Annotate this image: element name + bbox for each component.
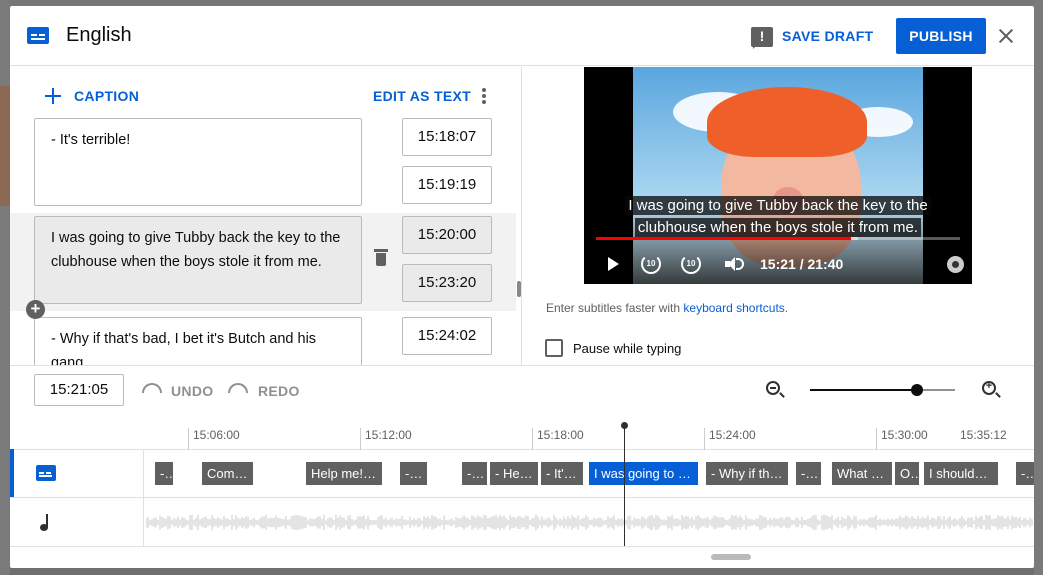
current-time-field[interactable]: 15:21:05 <box>34 374 124 406</box>
plus-icon[interactable] <box>45 88 61 104</box>
insert-caption-icon[interactable]: + <box>26 300 45 319</box>
caption-text-field[interactable]: - It's terrible! <box>34 118 362 206</box>
caption-clip[interactable]: O… <box>895 462 919 485</box>
caption-start-time[interactable]: 15:24:02 <box>402 317 492 355</box>
settings-gear-icon[interactable] <box>947 256 964 273</box>
progress-bar[interactable] <box>596 237 960 240</box>
redo-button[interactable]: REDO <box>258 383 300 399</box>
background-right <box>1034 0 1043 575</box>
timeline-ruler: 15:06:00 15:12:00 15:18:00 15:24:00 15:3… <box>10 412 1034 450</box>
zoom-out-icon[interactable] <box>766 381 780 395</box>
forward-10-icon[interactable]: 10 <box>681 254 701 274</box>
timeline-scrollbar[interactable] <box>711 554 751 560</box>
ruler-tick: 15:12:00 <box>360 428 412 450</box>
subtitle-track: -… Com… Help me! … - … - … - He'… - It's… <box>10 449 1034 498</box>
publish-button[interactable]: PUBLISH <box>896 18 986 54</box>
video-player[interactable]: I was going to give Tubby back the key t… <box>584 67 972 284</box>
playhead[interactable] <box>621 422 628 546</box>
background-thumbnail <box>0 86 10 206</box>
caption-end-time[interactable]: 15:19:19 <box>402 166 492 204</box>
delete-icon[interactable] <box>374 249 388 267</box>
music-note-icon <box>40 514 51 531</box>
caption-text-field[interactable]: I was going to give Tubby back the key t… <box>34 216 362 304</box>
subtitle-overlay-line-2: clubhouse when the boys stole it from me… <box>584 217 972 239</box>
caption-clip[interactable]: -… <box>155 462 173 485</box>
audio-track <box>10 498 1034 547</box>
audio-track-header <box>10 498 144 546</box>
caption-clip[interactable]: -… <box>796 462 821 485</box>
ruler-tick: 15:18:00 <box>532 428 584 450</box>
caption-clip-active[interactable]: I was going to … <box>589 462 698 485</box>
feedback-icon[interactable] <box>751 27 773 49</box>
caption-clip[interactable]: What a… <box>832 462 892 485</box>
caption-start-time[interactable]: 15:18:07 <box>402 118 492 156</box>
undo-button[interactable]: UNDO <box>171 383 213 399</box>
ruler-tick: 15:35:12 <box>960 428 1007 442</box>
subtitles-icon <box>27 27 49 44</box>
zoom-knob[interactable] <box>911 384 924 396</box>
dialog-title: English <box>66 24 132 46</box>
caption-clip[interactable]: Com… <box>202 462 253 485</box>
close-icon[interactable] <box>996 26 1016 46</box>
ruler-tick: 15:06:00 <box>188 428 240 450</box>
caption-text-field[interactable]: - Why if that's bad, I bet it's Butch an… <box>34 317 362 365</box>
panel-resize-handle[interactable] <box>517 281 521 297</box>
add-caption-button[interactable]: CAPTION <box>74 88 139 104</box>
caption-clip[interactable]: - … <box>462 462 487 485</box>
ruler-tick: 15:30:00 <box>876 428 928 450</box>
caption-clip[interactable]: I shouldn'… <box>924 462 998 485</box>
zoom-slider[interactable] <box>810 384 955 396</box>
caption-row-active: I was going to give Tubby back the key t… <box>10 213 516 311</box>
caption-row: - It's terrible! 15:18:07 15:19:19 <box>10 115 516 213</box>
save-draft-button[interactable]: SAVE DRAFT <box>782 26 873 46</box>
edit-as-text-button[interactable]: EDIT AS TEXT <box>373 88 471 104</box>
caption-clip[interactable]: - Why if th… <box>706 462 788 485</box>
replay-10-icon[interactable]: 10 <box>641 254 661 274</box>
ruler-tick: 15:24:00 <box>704 428 756 450</box>
progress-fill <box>596 237 851 240</box>
audio-waveform <box>146 514 1033 531</box>
caption-clip[interactable]: Help me! … <box>306 462 382 485</box>
subtitle-overlay-line-1: I was going to give Tubby back the key t… <box>584 195 972 217</box>
more-vert-icon[interactable] <box>482 88 486 104</box>
pause-while-typing-checkbox[interactable] <box>545 339 563 357</box>
zoom-fill <box>810 389 918 391</box>
redo-icon[interactable] <box>228 383 248 393</box>
caption-end-time[interactable]: 15:23:20 <box>402 264 492 302</box>
subtitles-track-icon <box>36 465 56 481</box>
caption-list-panel: CAPTION EDIT AS TEXT - It's terrible! 15… <box>10 67 522 365</box>
zoom-in-icon[interactable] <box>982 380 996 395</box>
background-left <box>0 0 10 575</box>
subtitle-track-header <box>10 449 144 497</box>
time-readout: 15:21 / 21:40 <box>760 256 844 272</box>
caption-clip[interactable]: - I <box>1016 462 1034 485</box>
volume-icon[interactable] <box>725 257 735 271</box>
play-icon[interactable] <box>608 257 619 271</box>
caption-row: - Why if that's bad, I bet it's Butch an… <box>10 311 516 365</box>
caption-start-time[interactable]: 15:20:00 <box>402 216 492 254</box>
shortcut-hint: Enter subtitles faster with keyboard sho… <box>546 301 789 315</box>
active-track-indicator <box>10 449 14 497</box>
caption-clip[interactable]: - … <box>400 462 427 485</box>
pause-while-typing-label: Pause while typing <box>573 341 682 356</box>
subtitle-editor-dialog: English SAVE DRAFT PUBLISH CAPTION EDIT … <box>10 6 1034 568</box>
dialog-header: English SAVE DRAFT PUBLISH <box>10 6 1034 66</box>
undo-icon[interactable] <box>142 383 162 393</box>
keyboard-shortcuts-link[interactable]: keyboard shortcuts <box>683 301 784 315</box>
caption-clip[interactable]: - He'… <box>490 462 538 485</box>
caption-clip[interactable]: - It's… <box>541 462 583 485</box>
timeline-toolbar: 15:21:05 UNDO REDO <box>10 365 1034 411</box>
